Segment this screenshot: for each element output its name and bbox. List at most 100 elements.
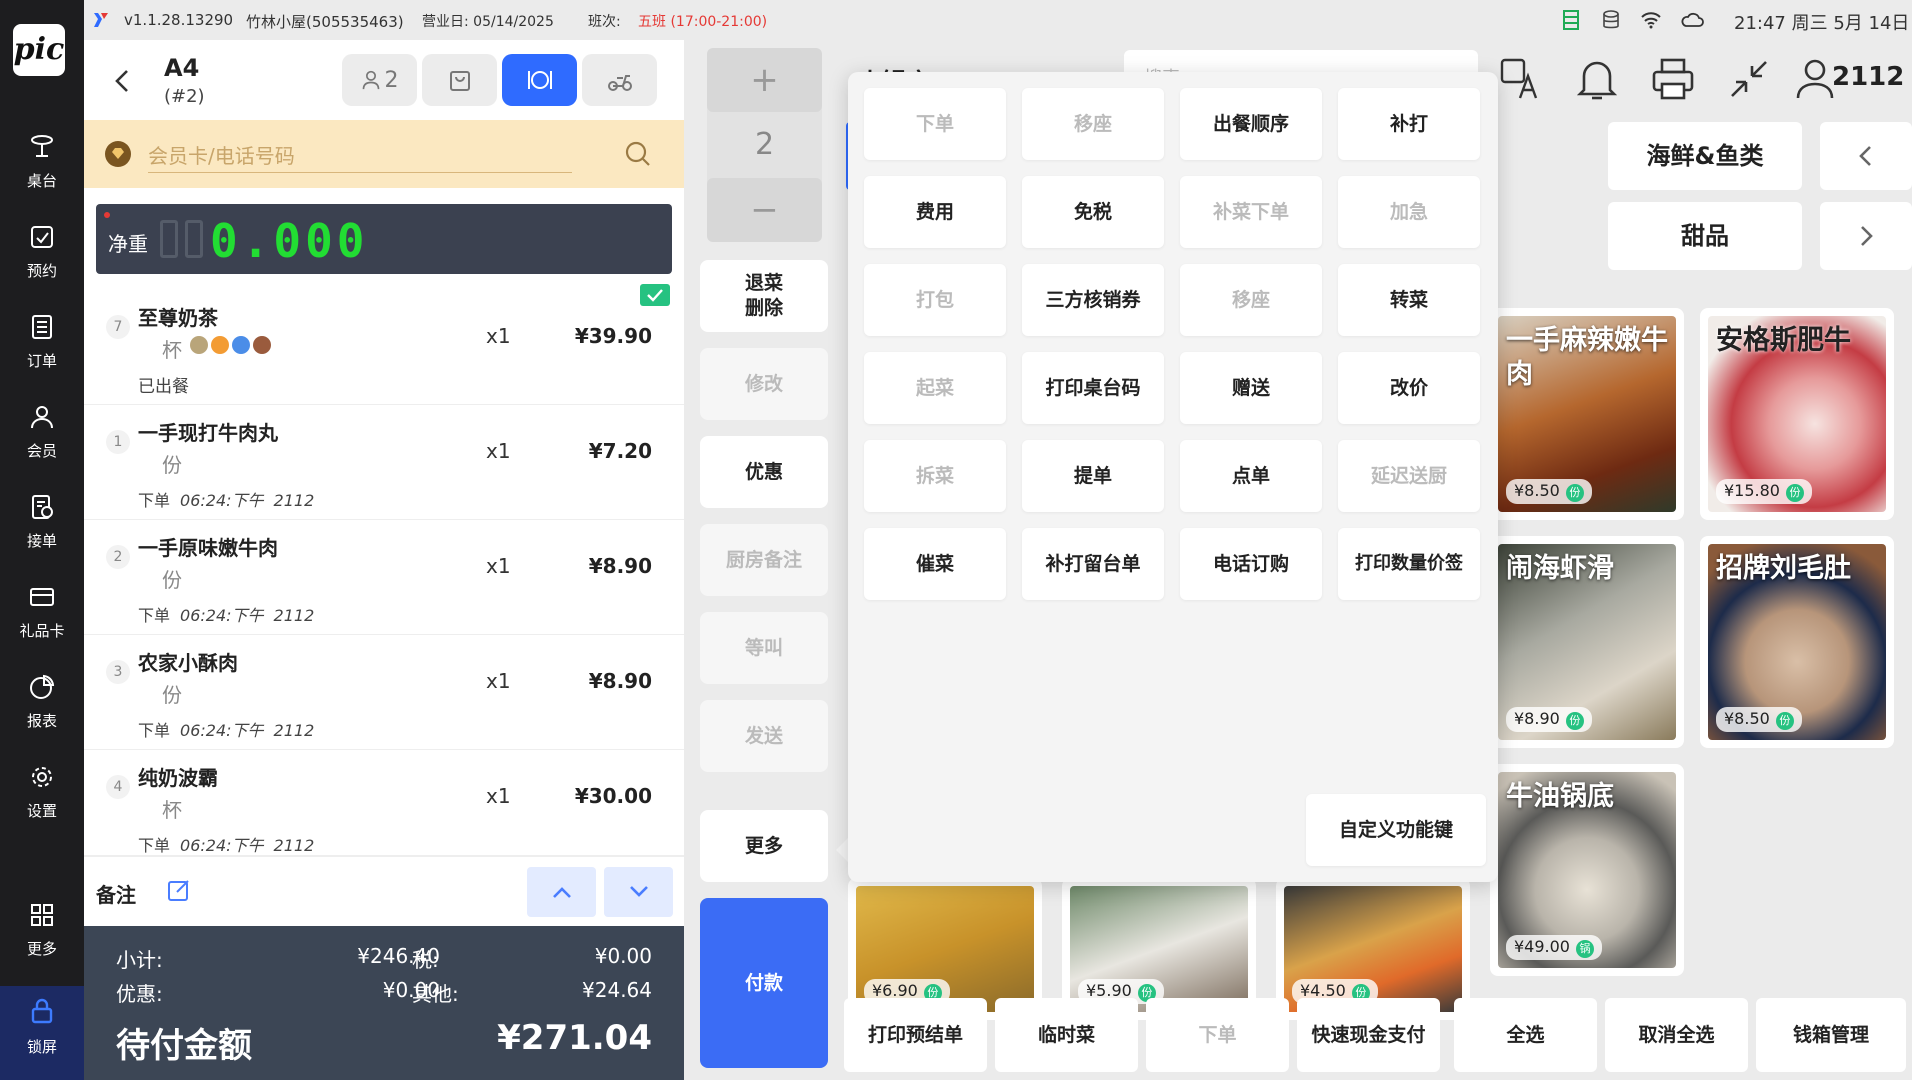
popup-split-dish-button[interactable]: 拆菜 — [864, 440, 1006, 512]
nav-accept-orders[interactable]: 接单 — [0, 488, 84, 568]
item-name: 纯奶波霸 — [138, 766, 218, 790]
printer-icon[interactable] — [1648, 54, 1698, 104]
popup-delay-kitchen-button[interactable]: 延迟送厨 — [1338, 440, 1480, 512]
more-button[interactable]: 更多 — [700, 810, 828, 882]
popup-pack-button[interactable]: 打包 — [864, 264, 1006, 336]
search-icon[interactable] — [624, 140, 652, 168]
refund-delete-button[interactable]: 退菜 删除 — [700, 260, 828, 332]
nav-label: 更多 — [26, 940, 57, 958]
popup-order-button[interactable]: 下单 — [864, 88, 1006, 160]
popup-print-table-code-button[interactable]: 打印桌台码 — [1022, 352, 1164, 424]
popup-move-seat-button-2[interactable]: 移座 — [1180, 264, 1322, 336]
item-price: ¥7.20 — [588, 439, 652, 463]
popup-phone-order-button[interactable]: 电话订购 — [1180, 528, 1322, 600]
member-search-bar[interactable]: 会员卡/电话号码 — [84, 120, 684, 188]
hold-button[interactable]: 等叫 — [700, 612, 828, 684]
product-card[interactable]: 一手麻辣嫩牛肉 ¥8.50 份 — [1490, 308, 1684, 520]
bell-icon[interactable] — [1572, 54, 1622, 104]
product-unit: 份 — [1785, 484, 1804, 502]
spreadsheet-icon[interactable] — [1562, 10, 1580, 30]
delivery-button[interactable] — [582, 54, 657, 106]
popup-transfer-dish-button[interactable]: 转菜 — [1338, 264, 1480, 336]
item-name: 至尊奶茶 — [138, 306, 218, 330]
member-input[interactable]: 会员卡/电话号码 — [148, 140, 295, 169]
category-tab[interactable]: 海鲜&鱼类 — [1608, 122, 1802, 190]
nav-tables[interactable]: 桌台 — [0, 128, 84, 208]
order-item[interactable]: 7 至尊奶茶 杯 x1 ¥39.90 已出餐 — [84, 284, 684, 405]
cash-drawer-button[interactable]: 钱箱管理 — [1756, 998, 1906, 1072]
order-item[interactable]: 1 一手现打牛肉丸 份 x1 ¥7.20 下单 06:24:下午 2112 — [84, 405, 684, 520]
select-all-button[interactable]: 全选 — [1454, 998, 1597, 1072]
kitchen-note-button[interactable]: 厨房备注 — [700, 524, 828, 596]
increase-button[interactable]: + — [707, 48, 822, 112]
decrease-button[interactable]: − — [707, 178, 822, 242]
nav-gift-card[interactable]: 礼品卡 — [0, 578, 84, 658]
nav-orders[interactable]: 订单 — [0, 308, 84, 388]
popup-custom-keys-button[interactable]: 自定义功能键 — [1306, 794, 1486, 866]
popup-print-price-label-button[interactable]: 打印数量价签 — [1338, 528, 1480, 600]
item-unit: 份 — [162, 568, 182, 592]
database-icon[interactable] — [1602, 10, 1620, 30]
place-order-button[interactable]: 下单 — [1146, 998, 1289, 1072]
nav-members[interactable]: 会员 — [0, 398, 84, 478]
popup-add-dish-button[interactable]: 补菜下单 — [1180, 176, 1322, 248]
popup-rush-button[interactable]: 加急 — [1338, 176, 1480, 248]
product-card[interactable]: 牛油锅底 ¥49.00 锅 — [1490, 764, 1684, 976]
pay-button[interactable]: 付款 — [700, 898, 828, 1068]
popup-fire-dish-button[interactable]: 起菜 — [864, 352, 1006, 424]
popup-move-seat-button[interactable]: 移座 — [1022, 88, 1164, 160]
popup-order-dish-button[interactable]: 点单 — [1180, 440, 1322, 512]
popup-urge-dish-button[interactable]: 催菜 — [864, 528, 1006, 600]
category-tab[interactable]: 甜品 — [1608, 202, 1802, 270]
topping-icon — [190, 336, 208, 354]
nav-settings[interactable]: 设置 — [0, 758, 84, 838]
edit-icon[interactable] — [166, 877, 192, 903]
popup-fee-button[interactable]: 费用 — [864, 176, 1006, 248]
popup-change-price-button[interactable]: 改价 — [1338, 352, 1480, 424]
print-prebill-button[interactable]: 打印预结单 — [844, 998, 987, 1072]
nav-reservation[interactable]: 预约 — [0, 218, 84, 298]
item-qty: x1 — [486, 324, 511, 348]
checkbox-checked-icon[interactable] — [640, 284, 670, 306]
quick-cash-button[interactable]: 快速现金支付 — [1297, 998, 1440, 1072]
popup-gift-button[interactable]: 赠送 — [1180, 352, 1322, 424]
product-card[interactable]: 招牌刘毛肚 ¥8.50 份 — [1700, 536, 1894, 748]
item-status: 下单 — [138, 721, 171, 740]
product-card[interactable]: 闹海虾滑 ¥8.90 份 — [1490, 536, 1684, 748]
guests-button[interactable]: 2 — [342, 54, 417, 106]
popup-coupon-button[interactable]: 三方核销券 — [1022, 264, 1164, 336]
back-arrow-icon[interactable] — [112, 68, 132, 94]
modify-button[interactable]: 修改 — [700, 348, 828, 420]
status-bar: v1.1.28.13290 竹林小屋(505535463) 营业日: 05/14… — [84, 0, 1912, 40]
item-status-line: 下单 06:24:下午 2112 — [138, 487, 314, 511]
item-name: 农家小酥肉 — [138, 651, 238, 675]
popup-serve-order-button[interactable]: 出餐顺序 — [1180, 88, 1322, 160]
nav-reports[interactable]: 报表 — [0, 668, 84, 748]
order-item[interactable]: 4 纯奶波霸 杯 x1 ¥30.00 下单 06:24:下午 2112 — [84, 750, 684, 856]
scroll-down-button[interactable] — [604, 867, 673, 917]
deselect-all-button[interactable]: 取消全选 — [1605, 998, 1748, 1072]
amount-due-label: 待付金额 — [116, 1026, 252, 1066]
category-prev-button[interactable] — [1820, 122, 1912, 190]
category-next-button[interactable] — [1820, 202, 1912, 270]
scroll-up-button[interactable] — [527, 867, 596, 917]
popup-tax-exempt-button[interactable]: 免税 — [1022, 176, 1164, 248]
takeout-button[interactable] — [422, 54, 497, 106]
temp-dish-button[interactable]: 临时菜 — [995, 998, 1138, 1072]
gear-icon — [32, 767, 52, 787]
translate-icon[interactable] — [1496, 54, 1546, 104]
popup-retrieve-order-button[interactable]: 提单 — [1022, 440, 1164, 512]
popup-reprint-button[interactable]: 补打 — [1338, 88, 1480, 160]
product-name: 闹海虾滑 — [1506, 553, 1614, 584]
nav-more[interactable]: 更多 — [0, 896, 84, 976]
send-button[interactable]: 发送 — [700, 700, 828, 772]
dine-in-button[interactable] — [502, 54, 577, 106]
popup-reprint-table-slip-button[interactable]: 补打留台单 — [1022, 528, 1164, 600]
nav-lock-screen[interactable]: 锁屏 — [0, 986, 84, 1080]
collapse-icon[interactable] — [1724, 54, 1774, 104]
product-card[interactable]: 安格斯肥牛 ¥15.80 份 — [1700, 308, 1894, 520]
order-item[interactable]: 3 农家小酥肉 份 x1 ¥8.90 下单 06:24:下午 2112 — [84, 635, 684, 750]
business-day: 营业日: 05/14/2025 — [422, 14, 554, 30]
discount-button[interactable]: 优惠 — [700, 436, 828, 508]
order-item[interactable]: 2 一手原味嫩牛肉 份 x1 ¥8.90 下单 06:24:下午 2112 — [84, 520, 684, 635]
